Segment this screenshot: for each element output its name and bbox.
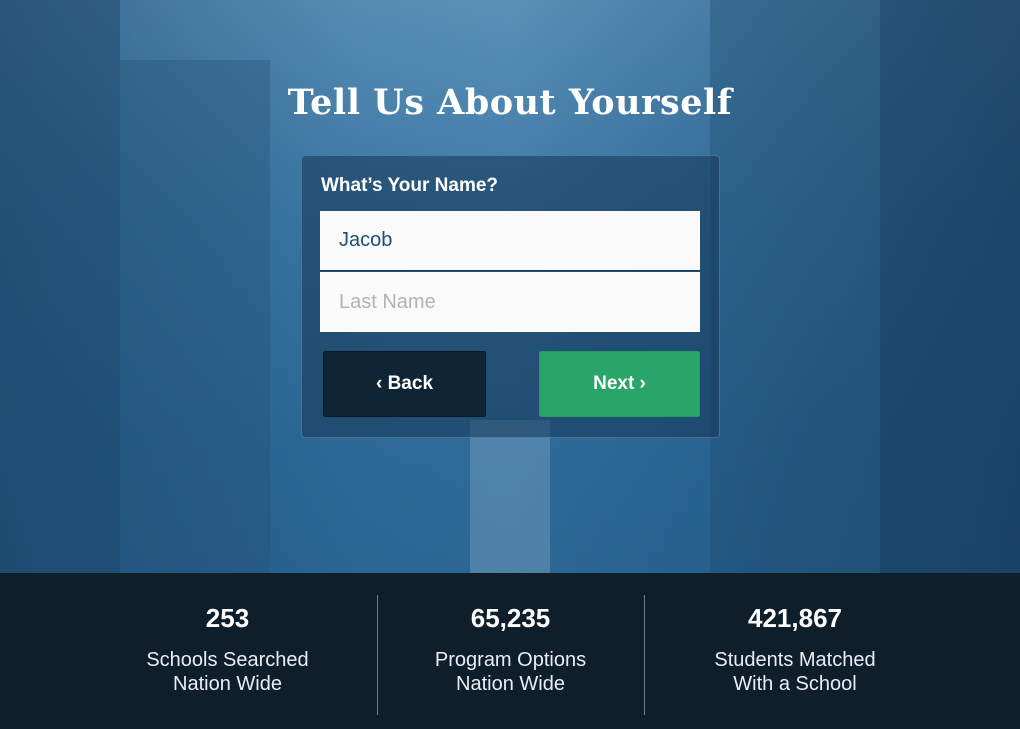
next-button[interactable]: Next › [539, 351, 700, 417]
stat-label: Schools Searched Nation Wide [110, 648, 345, 696]
stat-label-line: Nation Wide [173, 673, 282, 695]
stat-divider [377, 595, 378, 715]
stat-number: 253 [205, 603, 250, 633]
stat-divider [644, 595, 645, 715]
stat-number: 65,235 [470, 603, 551, 633]
stat-program-options: 65,235 Program Options Nation Wide [392, 573, 629, 729]
page-title: Tell Us About Yourself [287, 82, 733, 123]
stat-label-line: Schools Searched [146, 649, 309, 671]
next-button-label: Next › [593, 373, 646, 394]
stat-label: Program Options Nation Wide [392, 648, 629, 696]
stats-bar: 253 Schools Searched Nation Wide 65,235 … [0, 573, 1020, 729]
first-name-input[interactable] [320, 211, 700, 271]
name-form-card: What’s Your Name? ‹ Back Next › [301, 155, 720, 438]
last-name-input[interactable] [320, 272, 700, 332]
stat-label-line: Program Options [434, 649, 587, 671]
name-question-label: What’s Your Name? [321, 175, 499, 196]
stat-schools-searched: 253 Schools Searched Nation Wide [110, 573, 345, 729]
building-silhouette-left-inner [120, 60, 270, 575]
stat-label-line: Nation Wide [456, 673, 565, 695]
stat-label-line: Students Matched [714, 649, 876, 671]
back-button[interactable]: ‹ Back [323, 351, 486, 417]
stat-students-matched: 421,867 Students Matched With a School [665, 573, 925, 729]
stat-number: 421,867 [748, 603, 842, 633]
stat-label-line: With a School [733, 673, 857, 695]
stat-label: Students Matched With a School [665, 648, 925, 696]
back-button-label: ‹ Back [375, 373, 434, 394]
distant-street [470, 420, 550, 575]
